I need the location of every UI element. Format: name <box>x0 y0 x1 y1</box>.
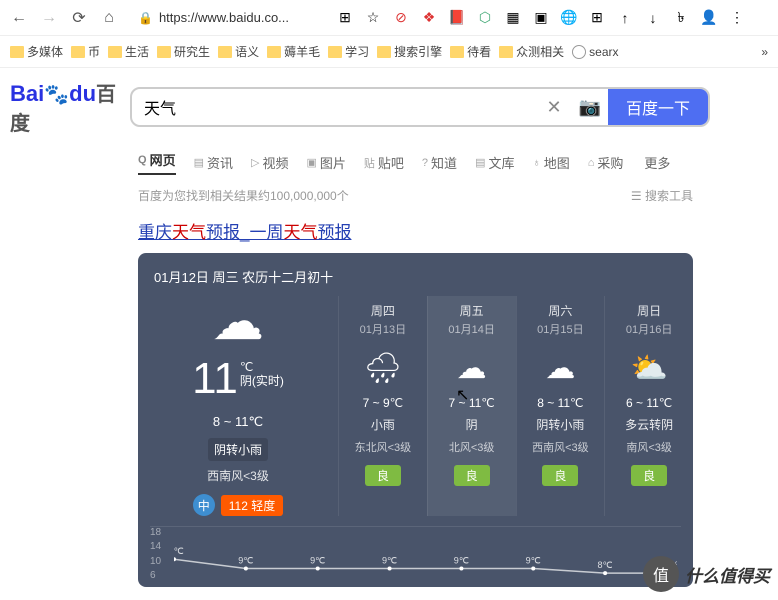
chart-yaxis: 1814106 <box>150 527 161 581</box>
tab-更多[interactable]: 更多 <box>641 150 670 175</box>
temp-range: 8 ~ 11℃ <box>156 414 320 430</box>
temp-now: 11 ℃阴(实时) <box>156 354 320 404</box>
forecast-day[interactable]: 周日01月16日⛅6 ~ 11℃多云转阴南风<3级良 <box>604 296 693 516</box>
clear-icon[interactable]: ✕ <box>536 97 572 118</box>
bookmark-item[interactable]: 币 <box>71 43 100 60</box>
cloud-icon: ☁ <box>156 296 320 348</box>
bookmark-item[interactable]: 研究生 <box>157 43 210 60</box>
search-tools[interactable]: ☰ 搜索工具 <box>631 187 693 204</box>
tab-视频[interactable]: ▷视频 <box>251 150 288 175</box>
camera-icon[interactable]: 📷 <box>572 97 608 118</box>
svg-text:9℃: 9℃ <box>454 555 469 565</box>
weather-wind: 西南风<3级 <box>156 467 320 484</box>
watermark-circle: 值 <box>643 556 679 592</box>
svg-text:9℃: 9℃ <box>526 555 541 565</box>
bookmark-item[interactable]: 搜索引擎 <box>377 43 442 60</box>
bookmark-item[interactable]: searx <box>572 45 618 59</box>
url-text: https://www.baidu.co... <box>159 10 318 25</box>
ext-icon-7[interactable]: ⊞ <box>588 9 606 27</box>
result-info-row: 百度为您找到相关结果约100,000,000个 ☰ 搜索工具 <box>138 187 693 204</box>
ext-icon-8[interactable]: ↑ <box>616 9 634 27</box>
svg-text:8℃: 8℃ <box>598 560 613 570</box>
forward-button[interactable]: → <box>38 7 60 29</box>
aqi-icon[interactable]: 中 <box>193 494 215 516</box>
result-title[interactable]: 重庆天气预报_一周天气预报 <box>138 218 778 243</box>
svg-text:9℃: 9℃ <box>238 555 253 565</box>
ext-icon-1[interactable]: ❖ <box>420 9 438 27</box>
tab-文库[interactable]: ▤文库 <box>475 150 514 175</box>
tab-网页[interactable]: Q网页 <box>138 150 176 175</box>
menu-icon[interactable]: ⋮ <box>728 9 746 27</box>
toolbar-icons: ⊞ ☆ ⊘ ❖ 📕 ⬡ ▦ ▣ 🌐 ⊞ ↑ ↓ ৳ 👤 ⋮ <box>336 9 746 27</box>
ext-icon-4[interactable]: ▦ <box>504 9 522 27</box>
back-button[interactable]: ← <box>8 7 30 29</box>
search-input[interactable] <box>132 98 536 116</box>
home-button[interactable]: ⌂ <box>98 7 120 29</box>
ext-icon-6[interactable]: 🌐 <box>560 9 578 27</box>
watermark: 值 什么值得买 <box>643 556 770 592</box>
bookmark-item[interactable]: 生活 <box>108 43 149 60</box>
ext-icon-2[interactable]: 📕 <box>448 9 466 27</box>
logo-du: du <box>69 81 96 106</box>
forecast-day[interactable]: 周六01月15日☁8 ~ 11℃阴转小雨西南风<3级良 <box>516 296 605 516</box>
bookmarks-bar: 多媒体币生活研究生语义薅羊毛学习搜索引擎待看众测相关 searx » <box>0 36 778 68</box>
tab-贴吧[interactable]: 贴贴吧 <box>364 150 404 175</box>
bookmark-item[interactable]: 薅羊毛 <box>267 43 320 60</box>
bookmark-item[interactable]: 学习 <box>328 43 369 60</box>
url-bar[interactable]: 🔒 https://www.baidu.co... <box>128 4 328 32</box>
search-tabs: Q网页 ▤资讯 ▷视频 ▣图片贴贴吧 ?知道 ▤文库 ♁地图 ⌂采购更多 <box>138 150 778 175</box>
forecast-day[interactable]: 周四01月13日🌧7 ~ 9℃小雨东北风<3级良 <box>338 296 427 516</box>
browser-toolbar: ← → ⟳ ⌂ 🔒 https://www.baidu.co... ⊞ ☆ ⊘ … <box>0 0 778 36</box>
tab-图片[interactable]: ▣图片 <box>306 150 345 175</box>
bookmarks-overflow[interactable]: » <box>761 45 768 59</box>
bookmark-item[interactable]: 多媒体 <box>10 43 63 60</box>
baidu-logo[interactable]: Bai🐾du百度 <box>10 78 118 136</box>
aqi-badge[interactable]: 112 轻度 <box>221 495 283 516</box>
svg-text:9℃: 9℃ <box>382 555 397 565</box>
logo-bai: Bai <box>10 81 44 106</box>
result-count: 百度为您找到相关结果约100,000,000个 <box>138 187 349 204</box>
lock-icon: 🔒 <box>138 11 153 25</box>
svg-text:9℃: 9℃ <box>310 555 325 565</box>
temp-chart: 1814106 11℃9℃9℃9℃9℃9℃8℃8℃ <box>150 526 681 581</box>
watermark-text: 什么值得买 <box>685 562 770 587</box>
weather-date-header: 01月12日 周三 农历十二月初十 <box>138 267 693 296</box>
chart-line: 11℃9℃9℃9℃9℃9℃8℃8℃ <box>174 527 677 582</box>
ext-icon-5[interactable]: ▣ <box>532 9 550 27</box>
svg-text:11℃: 11℃ <box>174 546 184 556</box>
paw-icon: 🐾 <box>44 84 69 106</box>
search-button[interactable]: 百度一下 <box>608 89 708 125</box>
bookmark-item[interactable]: 语义 <box>218 43 259 60</box>
qr-icon[interactable]: ⊞ <box>336 9 354 27</box>
ext-icon-3[interactable]: ⬡ <box>476 9 494 27</box>
bookmark-item[interactable]: 众测相关 <box>499 43 564 60</box>
tab-资讯[interactable]: ▤资讯 <box>194 150 233 175</box>
weather-card: 01月12日 周三 农历十二月初十 ☁ 11 ℃阴(实时) 8 ~ 11℃ 阴转… <box>138 253 693 587</box>
ext-icon-9[interactable]: ↓ <box>644 9 662 27</box>
weather-today: ☁ 11 ℃阴(实时) 8 ~ 11℃ 阴转小雨 西南风<3级 中 112 轻度 <box>138 296 338 516</box>
avatar-icon[interactable]: 👤 <box>700 9 718 27</box>
tab-采购[interactable]: ⌂采购 <box>588 150 624 175</box>
star-icon[interactable]: ☆ <box>364 9 382 27</box>
search-box: ✕ 📷 百度一下 <box>130 87 710 127</box>
forecast-day[interactable]: 周五01月14日☁7 ~ 11℃阴北风<3级良 <box>427 296 516 516</box>
bookmark-item[interactable]: 待看 <box>450 43 491 60</box>
tab-地图[interactable]: ♁地图 <box>532 150 569 175</box>
ext-icon-10[interactable]: ৳ <box>672 9 690 27</box>
adblock-icon[interactable]: ⊘ <box>392 9 410 27</box>
weather-cond: 阴转小雨 <box>208 438 268 461</box>
cursor-icon: ↖ <box>456 385 469 405</box>
tab-知道[interactable]: ?知道 <box>422 150 457 175</box>
reload-button[interactable]: ⟳ <box>68 7 90 29</box>
